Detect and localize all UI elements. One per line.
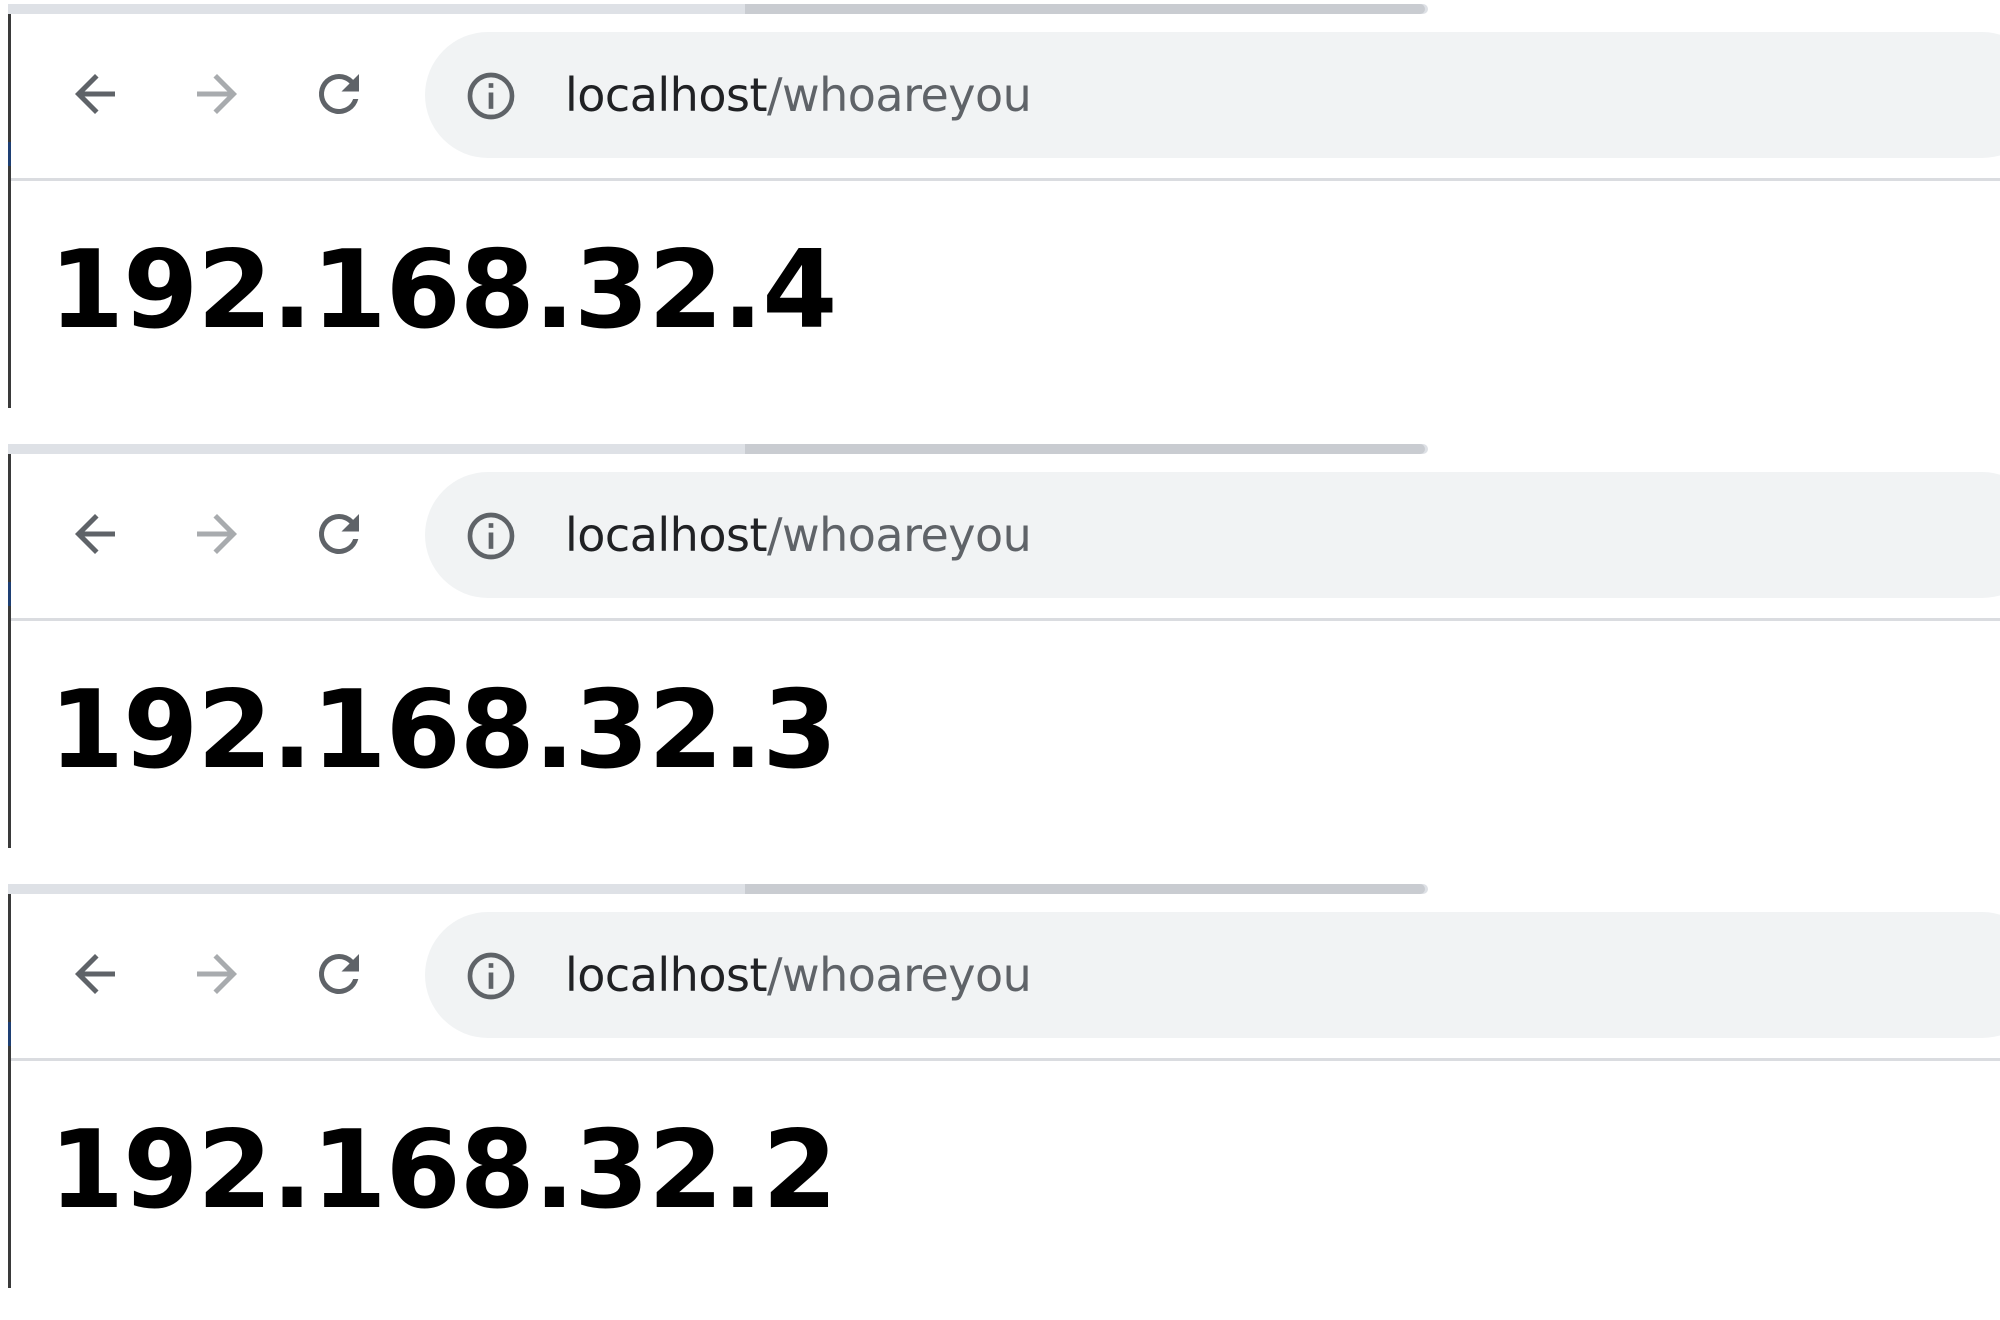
url-host: localhost bbox=[565, 68, 767, 122]
url-text[interactable]: localhost/whoareyou bbox=[565, 942, 1032, 1008]
reload-button[interactable] bbox=[303, 498, 375, 570]
active-tab-edge[interactable] bbox=[745, 444, 1425, 454]
arrow-left-icon bbox=[75, 74, 115, 114]
address-bar[interactable]: localhost/whoareyou bbox=[425, 912, 2000, 1038]
active-tab-edge[interactable] bbox=[745, 4, 1425, 14]
browser-toolbar: localhost/whoareyou bbox=[11, 468, 2000, 618]
reload-button[interactable] bbox=[303, 58, 375, 130]
forward-button[interactable] bbox=[181, 498, 253, 570]
back-button[interactable] bbox=[59, 938, 131, 1010]
forward-button[interactable] bbox=[181, 938, 253, 1010]
arrow-left-icon bbox=[75, 514, 115, 554]
ip-address-response: 192.168.32.4 bbox=[49, 228, 837, 353]
info-circle-icon[interactable] bbox=[463, 68, 519, 124]
url-host: localhost bbox=[565, 508, 767, 562]
page-content: 192.168.32.2 bbox=[11, 1061, 2000, 1288]
arrow-left-icon bbox=[75, 954, 115, 994]
back-button[interactable] bbox=[59, 58, 131, 130]
address-bar[interactable]: localhost/whoareyou bbox=[425, 472, 2000, 598]
page-content: 192.168.32.4 bbox=[11, 181, 2000, 408]
browser-window-1: localhost/whoareyou 192.168.32.4 bbox=[0, 0, 2000, 440]
url-path: /whoareyou bbox=[766, 68, 1032, 122]
url-text[interactable]: localhost/whoareyou bbox=[565, 62, 1032, 128]
ip-address-response: 192.168.32.3 bbox=[49, 668, 837, 793]
browser-window-3: localhost/whoareyou 192.168.32.2 bbox=[0, 880, 2000, 1320]
reload-icon bbox=[318, 513, 359, 554]
url-text[interactable]: localhost/whoareyou bbox=[565, 502, 1032, 568]
forward-button[interactable] bbox=[181, 58, 253, 130]
info-circle-icon[interactable] bbox=[463, 508, 519, 564]
arrow-right-icon bbox=[197, 514, 237, 554]
arrow-right-icon bbox=[197, 954, 237, 994]
back-button[interactable] bbox=[59, 498, 131, 570]
url-path: /whoareyou bbox=[766, 948, 1032, 1002]
arrow-right-icon bbox=[197, 74, 237, 114]
browser-toolbar: localhost/whoareyou bbox=[11, 28, 2000, 178]
url-host: localhost bbox=[565, 948, 767, 1002]
info-circle-icon[interactable] bbox=[463, 948, 519, 1004]
reload-icon bbox=[318, 953, 359, 994]
page-content: 192.168.32.3 bbox=[11, 621, 2000, 848]
reload-icon bbox=[318, 73, 359, 114]
ip-address-response: 192.168.32.2 bbox=[49, 1108, 837, 1233]
reload-button[interactable] bbox=[303, 938, 375, 1010]
browser-window-2: localhost/whoareyou 192.168.32.3 bbox=[0, 440, 2000, 880]
browser-toolbar: localhost/whoareyou bbox=[11, 908, 2000, 1058]
address-bar[interactable]: localhost/whoareyou bbox=[425, 32, 2000, 158]
active-tab-edge[interactable] bbox=[745, 884, 1425, 894]
url-path: /whoareyou bbox=[766, 508, 1032, 562]
